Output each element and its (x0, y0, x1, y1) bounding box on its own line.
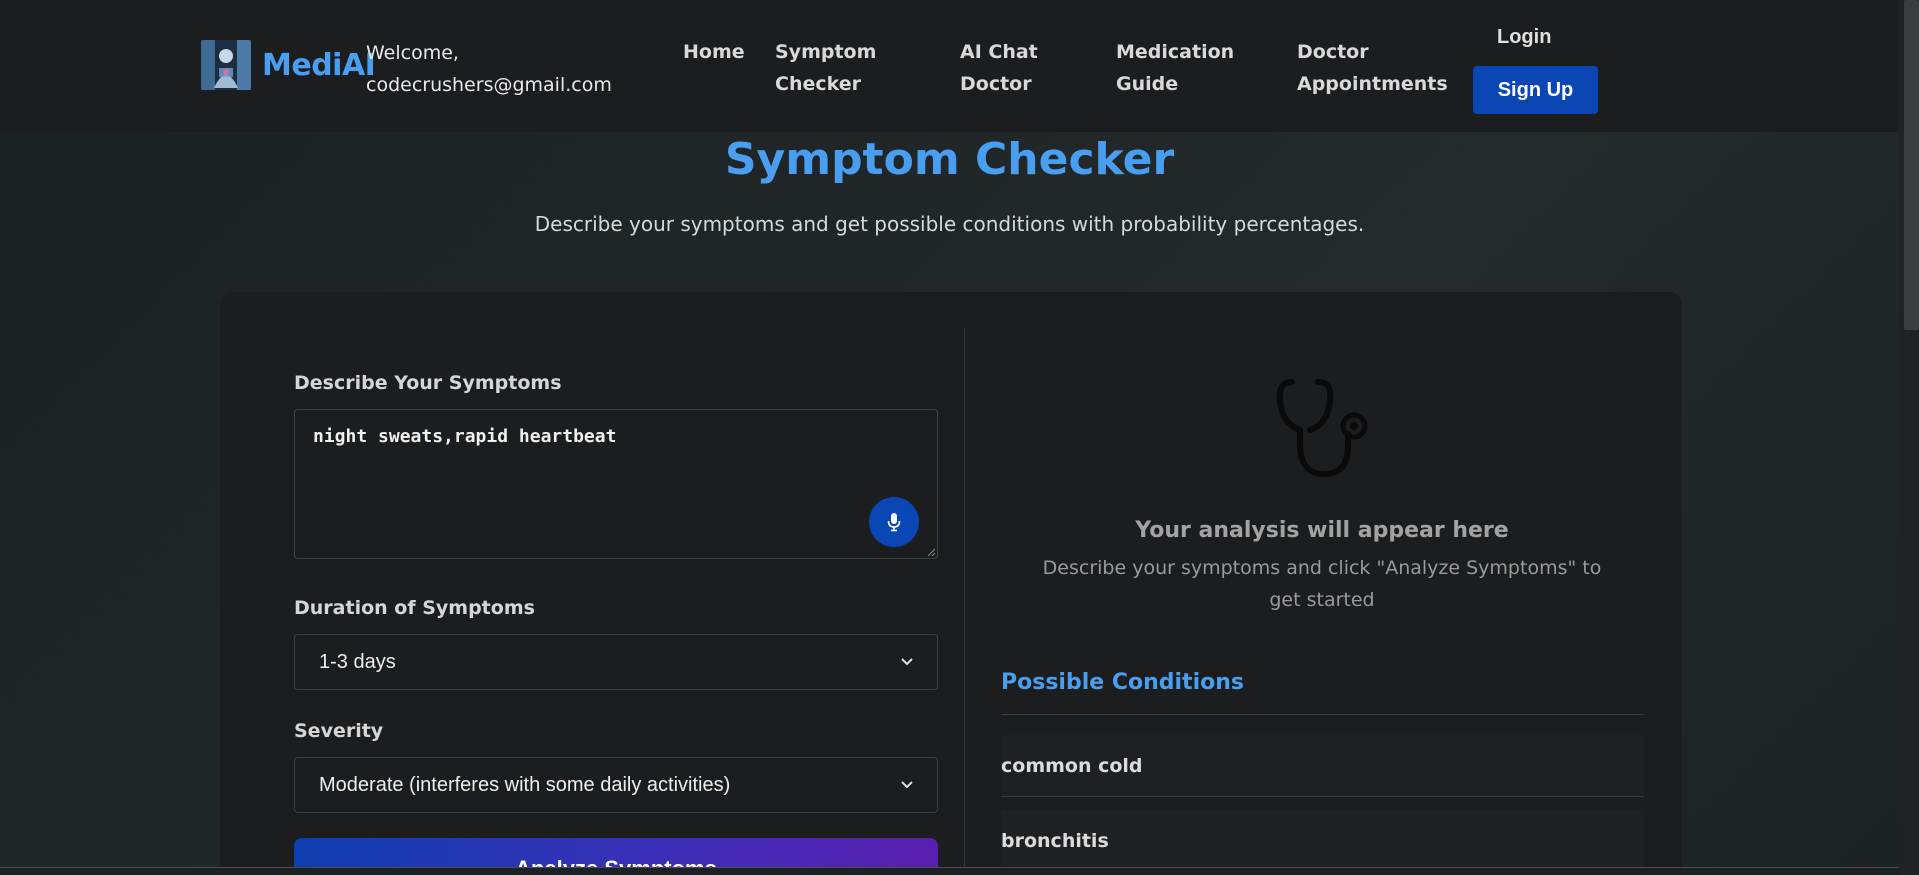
severity-select[interactable]: Moderate (interferes with some daily act… (294, 757, 938, 813)
possible-conditions-heading: Possible Conditions (1001, 670, 1244, 695)
duration-selected-value: 1-3 days (319, 650, 396, 673)
duration-select[interactable]: 1-3 days (294, 634, 938, 690)
chevron-down-icon (901, 781, 913, 789)
severity-selected-value: Moderate (interferes with some daily act… (319, 773, 731, 796)
nav-symptom-checker-line1: Symptom (775, 41, 877, 63)
resize-grip-icon[interactable] (926, 547, 936, 557)
scrollbar-thumb[interactable] (1904, 0, 1919, 330)
chevron-down-icon (901, 658, 913, 666)
condition-item[interactable]: common cold (1001, 735, 1644, 797)
page-title: Symptom Checker (724, 134, 1175, 185)
nav-home-label: Home (683, 41, 745, 63)
column-divider (964, 328, 965, 875)
welcome-email: codecrushers@gmail.com (366, 74, 612, 96)
nav-medication-guide-line1: Medication (1116, 41, 1235, 63)
welcome-text: Welcome, codecrushers@gmail.com (366, 37, 626, 101)
nav-ai-chat-doctor-line2: Doctor (960, 73, 1032, 95)
login-link[interactable]: Login (1497, 26, 1551, 49)
condition-item[interactable]: bronchitis (1001, 810, 1644, 872)
nav-symptom-checker-line2: Checker (775, 73, 862, 95)
analysis-placeholder-desc: Describe your symptoms and click "Analyz… (1042, 557, 1602, 611)
nav-home[interactable]: Home (683, 36, 745, 68)
brand-name[interactable]: MediAI (262, 48, 376, 83)
condition-name: common cold (1001, 754, 1143, 777)
bottom-edge (0, 867, 1899, 875)
nav-ai-chat-doctor[interactable]: AI Chat Doctor (960, 36, 1038, 100)
nav-doctor-appointments-line2: Appointments (1297, 73, 1448, 95)
logo-image[interactable] (201, 40, 251, 90)
stethoscope-icon (1276, 379, 1368, 478)
page-subtitle: Describe your symptoms and get possible … (534, 212, 1365, 236)
symptoms-label: Describe Your Symptoms (294, 372, 562, 394)
nav-symptom-checker[interactable]: Symptom Checker (775, 36, 876, 100)
nav-medication-guide[interactable]: Medication Guide (1116, 36, 1234, 100)
nav-doctor-appointments[interactable]: Doctor Appointments (1297, 36, 1448, 100)
signup-button[interactable]: Sign Up (1473, 66, 1598, 114)
analysis-placeholder-title: Your analysis will appear here (1135, 518, 1509, 543)
severity-label: Severity (294, 720, 384, 742)
welcome-greeting: Welcome, (366, 42, 459, 64)
condition-name: bronchitis (1001, 829, 1109, 852)
microphone-icon (887, 513, 901, 532)
duration-label: Duration of Symptoms (294, 597, 535, 619)
nav-medication-guide-line2: Guide (1116, 73, 1179, 95)
symptoms-textarea[interactable]: night sweats,rapid heartbeat (294, 409, 938, 559)
voice-input-button[interactable] (869, 497, 919, 547)
nav-ai-chat-doctor-line1: AI Chat (960, 41, 1038, 63)
conditions-divider (1001, 714, 1644, 715)
nav-doctor-appointments-line1: Doctor (1297, 41, 1369, 63)
